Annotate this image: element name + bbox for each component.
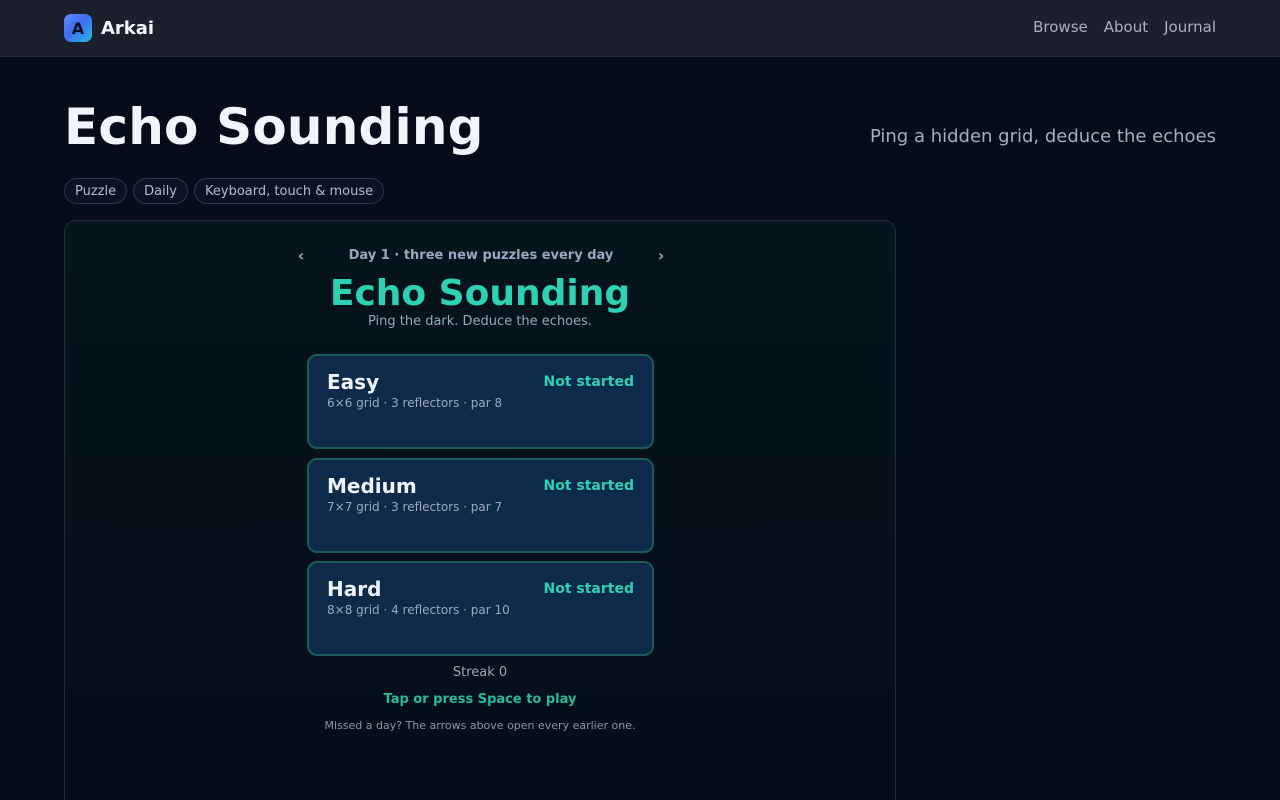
prev-day-arrow-icon[interactable]: ‹ — [294, 246, 308, 265]
brand-name: Arkai — [101, 17, 155, 39]
level-card-easy[interactable]: Easy Not started 6×6 grid · 3 reflectors… — [307, 354, 654, 449]
page-tagline: Ping a hidden grid, deduce the echoes — [869, 126, 1216, 147]
main-nav: Browse About Journal — [1033, 18, 1216, 36]
tag-puzzle: Puzzle — [64, 178, 128, 204]
top-navbar: A Arkai Browse About Journal — [0, 0, 1280, 57]
level-name: Easy — [327, 370, 380, 394]
level-status: Not started — [543, 581, 635, 597]
level-name: Hard — [327, 577, 382, 601]
level-status: Not started — [543, 374, 635, 390]
nav-about-link[interactable]: About — [1104, 18, 1148, 36]
level-description: 6×6 grid · 3 reflectors · par 8 — [327, 396, 503, 410]
nav-journal-link[interactable]: Journal — [1164, 18, 1216, 36]
level-status: Not started — [543, 478, 635, 494]
level-card-medium[interactable]: Medium Not started 7×7 grid · 3 reflecto… — [307, 458, 654, 553]
archive-hint: Missed a day? The arrows above open ever… — [324, 719, 636, 732]
day-navigator: ‹ Day 1 · three new puzzles every day › — [294, 245, 668, 265]
level-name: Medium — [327, 474, 417, 498]
game-frame[interactable]: ‹ Day 1 · three new puzzles every day › … — [64, 220, 896, 800]
brand[interactable]: A Arkai — [64, 14, 154, 42]
day-label: Day 1 · three new puzzles every day — [348, 247, 614, 263]
level-description: 8×8 grid · 4 reflectors · par 10 — [327, 603, 510, 617]
tag-list: Puzzle Daily Keyboard, touch & mouse — [64, 178, 385, 204]
nav-browse-link[interactable]: Browse — [1033, 18, 1088, 36]
game-title: Echo Sounding — [329, 273, 631, 314]
streak-counter: Streak 0 — [452, 665, 508, 680]
play-prompt[interactable]: Tap or press Space to play — [65, 692, 895, 707]
brand-logo-icon: A — [64, 14, 92, 42]
next-day-arrow-icon[interactable]: › — [654, 246, 668, 265]
tag-input-methods: Keyboard, touch & mouse — [194, 178, 385, 204]
tag-daily: Daily — [133, 178, 189, 204]
level-description: 7×7 grid · 3 reflectors · par 7 — [327, 500, 503, 514]
page-title: Echo Sounding — [64, 98, 484, 156]
game-subtitle: Ping the dark. Deduce the echoes. — [367, 314, 593, 329]
level-card-hard[interactable]: Hard Not started 8×8 grid · 4 reflectors… — [307, 561, 654, 656]
